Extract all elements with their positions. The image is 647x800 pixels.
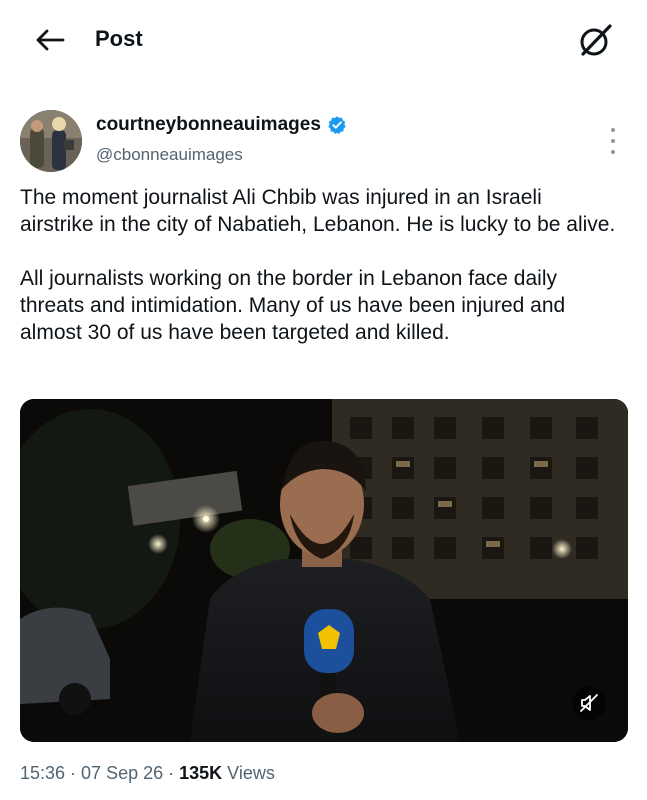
arrow-left-icon: [36, 29, 65, 51]
post-paragraph: All journalists working on the border in…: [20, 267, 566, 344]
page-title: Post: [95, 26, 143, 51]
speaker-muted-icon: [580, 694, 598, 712]
views-label: Views: [227, 763, 275, 783]
verified-badge-icon: [328, 116, 346, 134]
post-video[interactable]: [20, 399, 628, 742]
post-meta: 15:36 · 07 Sep 26 · 135K Views: [20, 763, 275, 784]
more-options-button[interactable]: [603, 128, 623, 154]
post-time[interactable]: 15:36: [20, 763, 65, 784]
avatar[interactable]: [20, 110, 82, 172]
display-name[interactable]: courtneybonneauimages: [96, 114, 321, 136]
post-date[interactable]: 07 Sep 26: [81, 763, 163, 784]
video-frame: [20, 399, 628, 742]
grok-icon: [580, 24, 612, 56]
meta-separator: ·: [70, 763, 77, 783]
author-name-row[interactable]: courtneybonneauimages: [96, 114, 347, 136]
grok-button[interactable]: [574, 20, 618, 60]
meta-separator: ·: [168, 763, 175, 783]
views-count[interactable]: 135K: [179, 763, 222, 784]
back-button[interactable]: [30, 22, 70, 58]
post-paragraph: The moment journalist Ali Chbib was inju…: [20, 186, 616, 236]
more-dot: [611, 139, 615, 143]
post-text: The moment journalist Ali Chbib was inju…: [20, 184, 620, 373]
top-bar: Post: [0, 0, 647, 80]
author-handle[interactable]: @cbonneauimages: [96, 145, 243, 165]
more-dot: [611, 128, 615, 132]
more-dot: [611, 150, 615, 154]
mute-toggle-button[interactable]: [572, 686, 606, 720]
